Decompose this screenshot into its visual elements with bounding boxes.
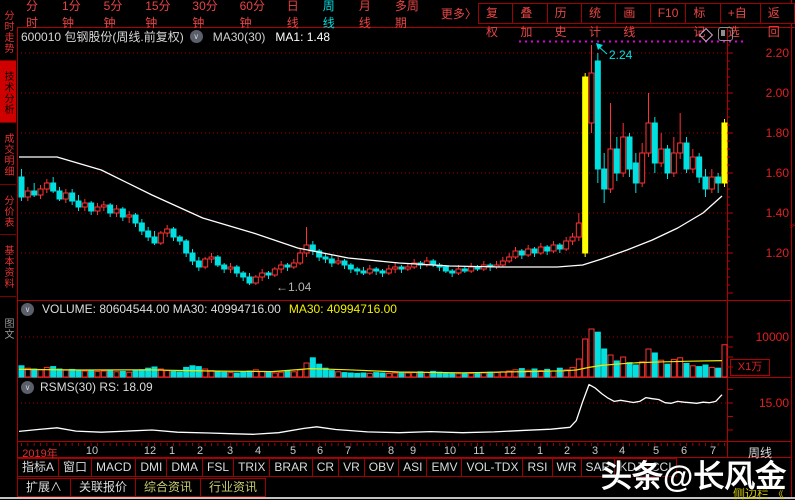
- note-icon-fill: [721, 30, 725, 36]
- date-label: 9: [409, 445, 417, 457]
- price-axis-label: 2.00: [765, 86, 789, 100]
- chevron-down-icon[interactable]: ∨: [21, 380, 34, 394]
- rsms-values: RSMS(30) RS: 18.09: [40, 380, 153, 394]
- ma-param-label: MA30(30): [212, 29, 266, 44]
- toolbar-button-adjust[interactable]: 复权: [477, 3, 514, 39]
- indicator-tab-window[interactable]: 窗口: [58, 458, 93, 477]
- date-label: 6: [316, 445, 324, 457]
- date-label: 12: [503, 445, 517, 457]
- price-axis-label: 1.80: [765, 126, 789, 140]
- left-sidebar: 分时走势技术分析成交明细分价表基本资料图文F10: [0, 0, 17, 497]
- toolbar-buttons: 复权 叠加 历史 统计 画线 F10 标记 +自选 返回: [477, 3, 795, 39]
- volume-values: VOLUME: 80604544.00 MA30: 40994716.00: [42, 302, 281, 316]
- toolbar-button-back[interactable]: 返回: [759, 3, 795, 39]
- price-axis-label: 2.20: [765, 46, 789, 60]
- stock-info-bar: 600010 包钢股份(周线.前复权) ∨ MA30(30) MA1: 1.48: [21, 29, 331, 45]
- period-tabs: 分时 1分钟 5分钟 15分钟 30分钟 60分钟 日线 周线 月线 多周期 更多〉: [18, 0, 479, 31]
- price-axis-label: 1.60: [765, 166, 789, 180]
- date-label: 5: [289, 445, 297, 457]
- bottom-tab-related-quotes[interactable]: 关联报价: [70, 478, 137, 497]
- indicator-tab-obv[interactable]: OBV: [363, 458, 400, 477]
- indicator-tab-dma[interactable]: DMA: [166, 458, 204, 477]
- date-label: 2: [196, 445, 204, 457]
- chart-canvas[interactable]: [0, 0, 795, 500]
- bottom-tab-general-news[interactable]: 综合资讯: [135, 478, 202, 497]
- sidebar-tab-price-distribution[interactable]: 分价表: [0, 184, 16, 234]
- period-tab-60min[interactable]: 60分钟: [232, 0, 279, 31]
- period-tab-1min[interactable]: 1分钟: [54, 0, 96, 31]
- indicator-tab-asi[interactable]: ASI: [398, 458, 428, 477]
- bottom-tab-industry-news[interactable]: 行业资讯: [200, 478, 267, 497]
- sidebar-tab-realtime-trend[interactable]: 分时走势: [0, 0, 16, 60]
- toolbar-button-stats[interactable]: 统计: [581, 3, 617, 39]
- indicator-tab-macd[interactable]: MACD: [91, 458, 137, 477]
- toolbar-button-history[interactable]: 历史: [546, 3, 582, 39]
- period-tab-15min[interactable]: 15分钟: [137, 0, 184, 31]
- toolbar-button-add-watch[interactable]: +自选: [719, 3, 761, 39]
- period-tab-day[interactable]: 日线: [279, 0, 315, 31]
- indicator-tab-dmi[interactable]: DMI: [135, 458, 168, 477]
- period-tab-month[interactable]: 月线: [351, 0, 387, 31]
- date-label: 1: [536, 445, 544, 457]
- date-label: 7: [344, 445, 352, 457]
- volume-pane-header: ∨ VOLUME: 80604544.00 MA30: 40994716.00 …: [15, 302, 397, 316]
- indicator-tab-brar[interactable]: BRAR: [269, 458, 313, 477]
- right-edge-collapse-icon[interactable]: 《: [785, 218, 795, 228]
- watermark: 头条@长风金融: [601, 459, 787, 494]
- indicator-tab-cr[interactable]: CR: [311, 458, 340, 477]
- sidebar-tab-technical-analysis[interactable]: 技术分析: [0, 60, 16, 122]
- price-axis-label: 1.40: [765, 206, 789, 220]
- sidebar-tab-basic-info[interactable]: 基本资料: [0, 234, 16, 296]
- period-tab-more[interactable]: 更多〉: [433, 5, 479, 22]
- date-label: 4: [254, 445, 262, 457]
- note-icon[interactable]: [718, 27, 733, 41]
- indicator-tab-emv[interactable]: EMV: [426, 458, 463, 477]
- indicator-tab-fsl[interactable]: FSL: [202, 458, 235, 477]
- indicator-tab-bar: 指标A 窗口 MACD DMI DMA FSL TRIX BRAR CR VR OBV ASI EMV V…: [17, 458, 677, 477]
- indicator-tab-wr[interactable]: WR: [551, 458, 582, 477]
- bottom-tab-expand[interactable]: 扩展∧: [17, 478, 72, 497]
- bottom-tab-bar: 扩展∧ 关联报价 综合资讯 行业资讯: [17, 478, 267, 497]
- date-label: 1: [168, 445, 176, 457]
- date-label: 3: [226, 445, 234, 457]
- high-price-annotation: 2.24: [609, 48, 633, 62]
- toolbar-button-mark[interactable]: 标记: [685, 3, 721, 39]
- period-tab-multi[interactable]: 多周期: [387, 0, 433, 31]
- date-label: 8: [387, 445, 395, 457]
- date-label: 12: [143, 445, 157, 457]
- sidebar-tab-f10-graphic[interactable]: 图文F10: [0, 296, 16, 357]
- indicator-tab-indicator-group[interactable]: 指标A: [17, 458, 60, 477]
- period-tab-5min[interactable]: 5分钟: [96, 0, 138, 31]
- stock-app-window: 分时 1分钟 5分钟 15分钟 30分钟 60分钟 日线 周线 月线 多周期 更多〉 复权 叠加 历史统…: [0, 0, 795, 500]
- toolbar-button-f10[interactable]: F10: [649, 3, 687, 24]
- price-axis-label: 1.20: [765, 246, 789, 260]
- ma1-value: MA1: 1.48: [275, 29, 331, 44]
- sidebar-tab-trade-details[interactable]: 成交明细: [0, 122, 16, 184]
- indicator-tab-vr[interactable]: VR: [338, 458, 365, 477]
- top-toolbar: 分时 1分钟 5分钟 15分钟 30分钟 60分钟 日线 周线 月线 多周期 更多〉 复权 叠加 历史统…: [18, 0, 795, 39]
- indicator-tab-trix[interactable]: TRIX: [233, 458, 271, 477]
- volume-ma-value: MA30: 40994716.00: [288, 302, 397, 316]
- volume-unit-label: X1万: [730, 359, 770, 376]
- rs-axis-value: 15.00: [758, 396, 789, 410]
- chevron-down-icon[interactable]: ∨: [21, 302, 34, 316]
- period-tab-30min[interactable]: 30分钟: [184, 0, 231, 31]
- date-label: 10: [443, 445, 457, 457]
- toolbar-button-draw[interactable]: 画线: [615, 3, 651, 39]
- indicator-tab-rsi[interactable]: RSI: [522, 458, 553, 477]
- indicator-tab-vol-tdx[interactable]: VOL-TDX: [461, 458, 524, 477]
- stock-title: 600010 包钢股份(周线.前复权): [21, 30, 184, 44]
- date-label: 3: [591, 445, 599, 457]
- toolbar-button-overlay[interactable]: 叠加: [512, 3, 548, 39]
- date-label: 10: [85, 445, 99, 457]
- chevron-down-icon[interactable]: ∨: [189, 30, 203, 43]
- period-tab-week[interactable]: 周线: [315, 0, 351, 31]
- period-tab-fenshi[interactable]: 分时: [18, 0, 54, 31]
- date-label: 11: [473, 445, 485, 457]
- rsms-pane-header: ∨ RSMS(30) RS: 18.09: [15, 380, 153, 394]
- date-label: 2: [563, 445, 571, 457]
- low-price-annotation: ←1.04: [276, 280, 312, 294]
- volume-axis-value: 10000: [755, 330, 789, 344]
